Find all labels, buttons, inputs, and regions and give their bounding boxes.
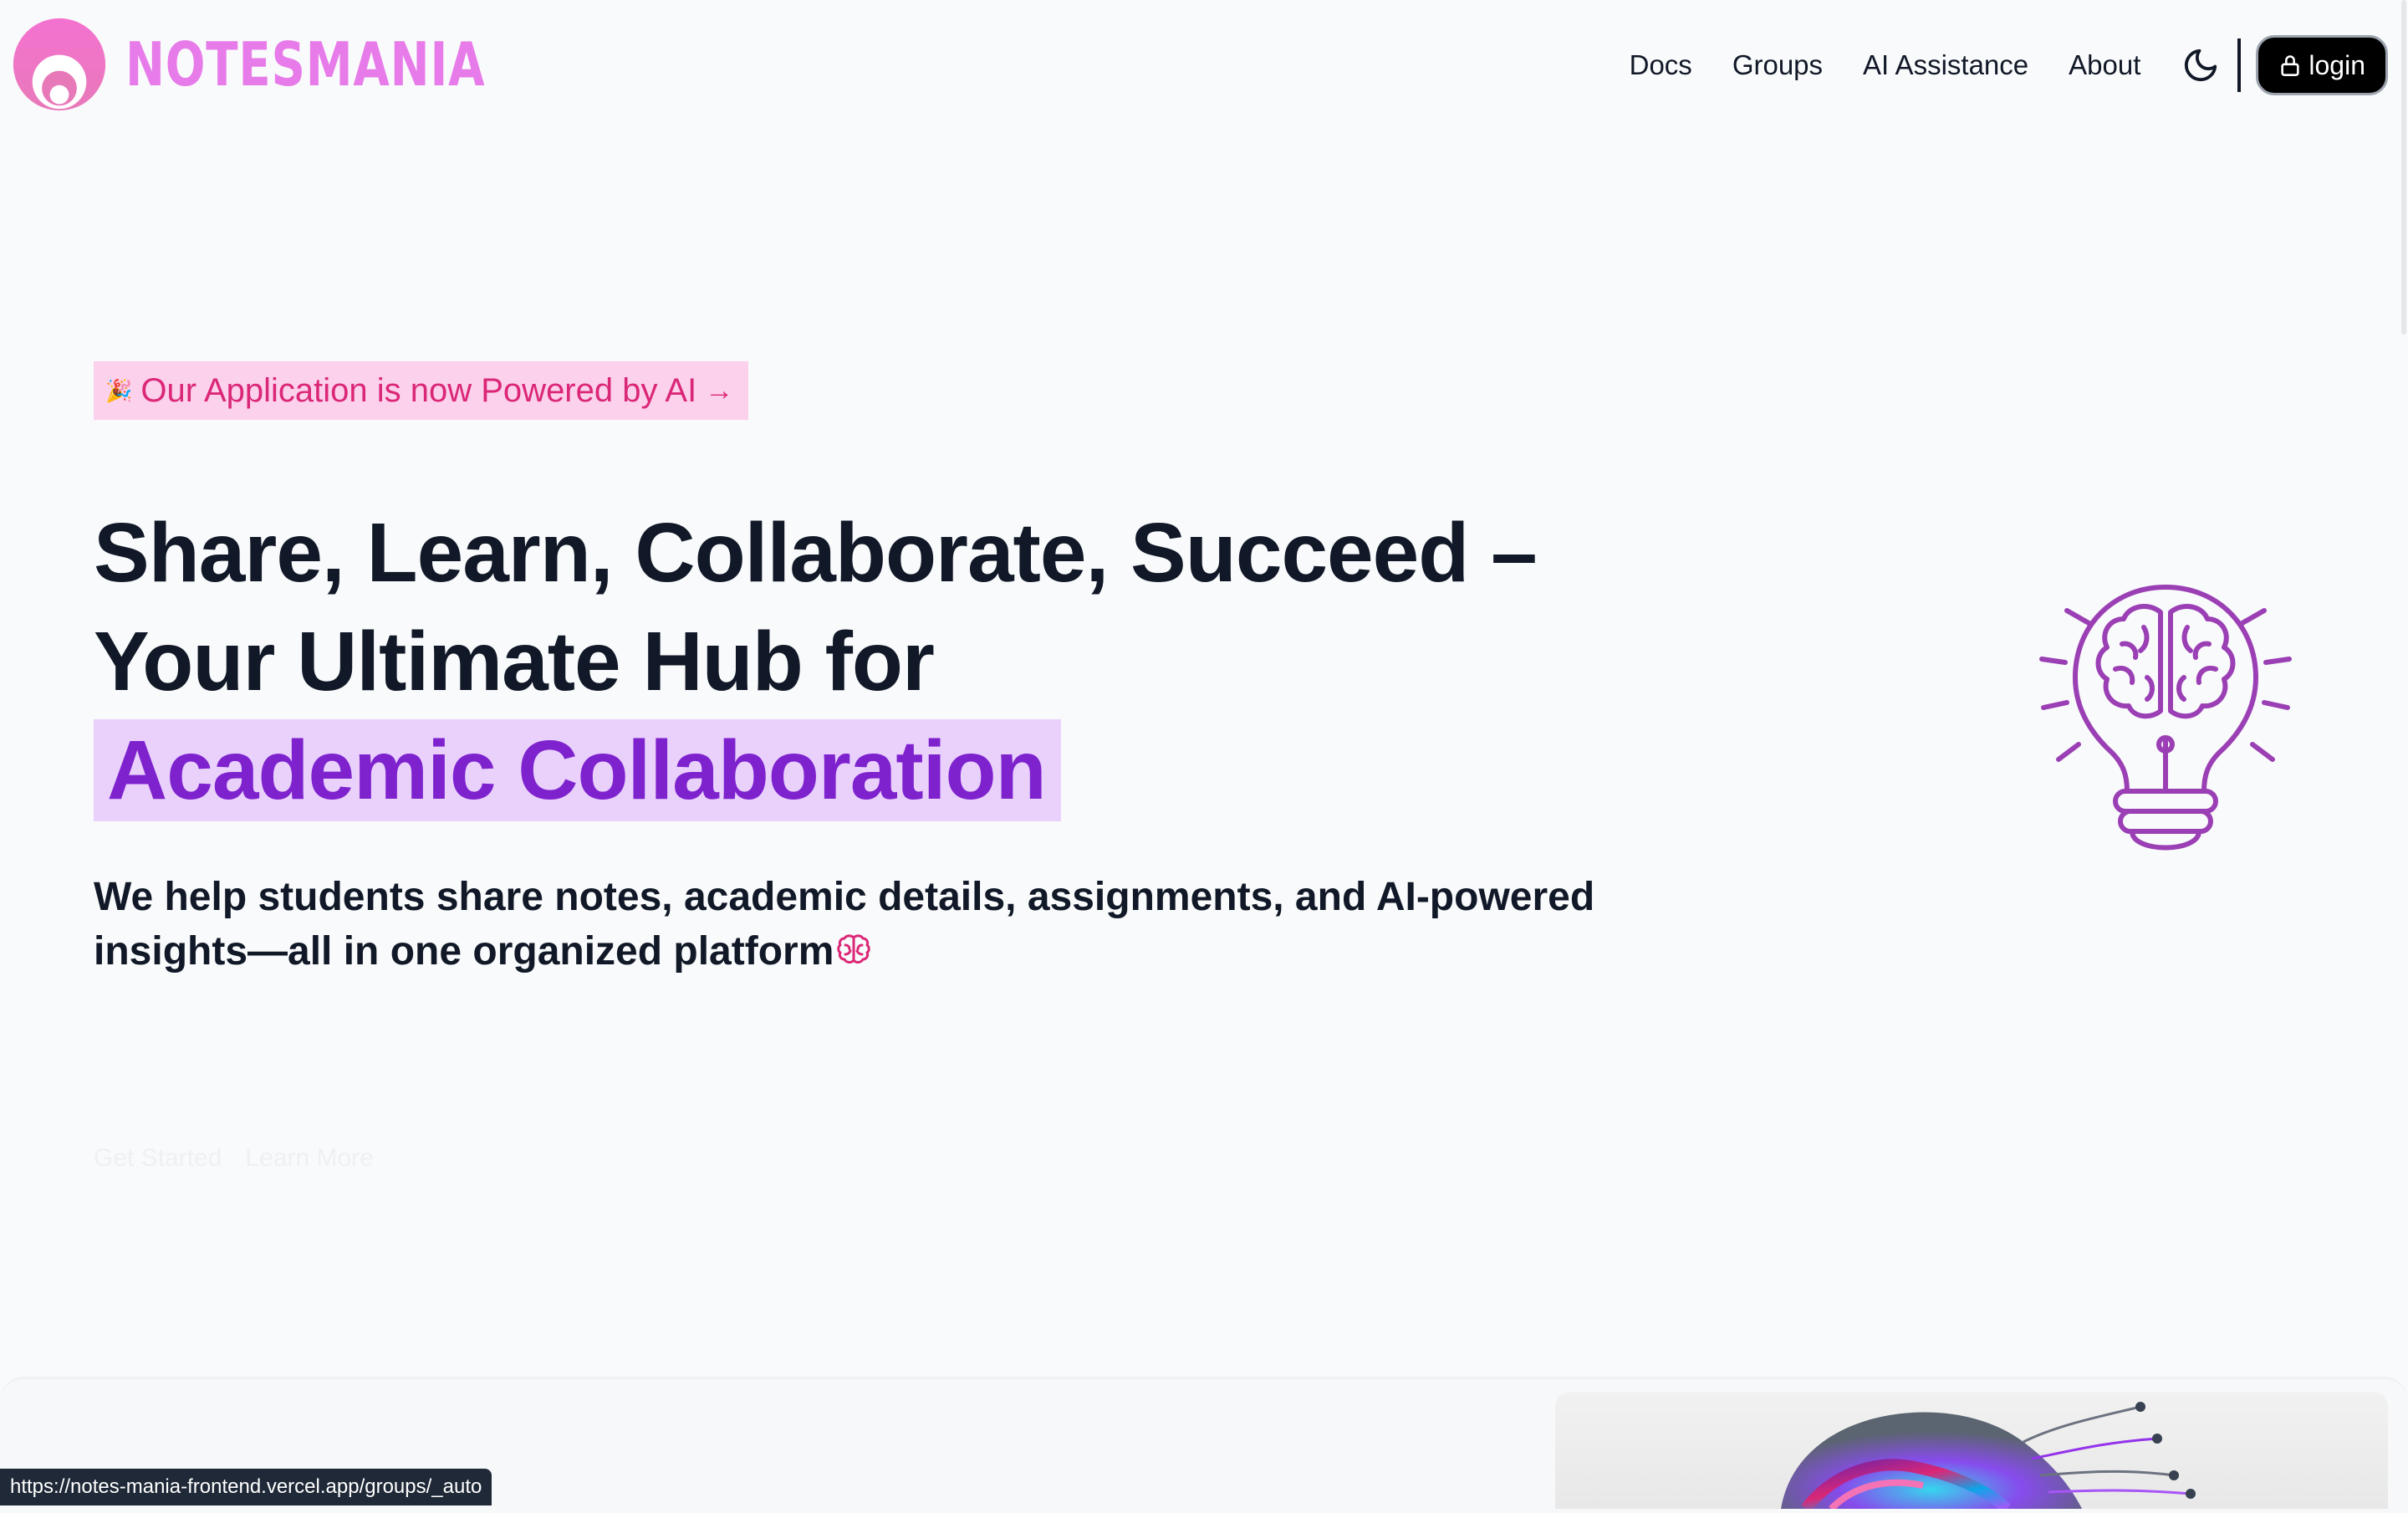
announcement-text: Our Application is now Powered by AI (140, 371, 697, 409)
lightbulb-brain-icon (2039, 585, 2292, 851)
page-scrollbar[interactable] (2401, 0, 2406, 335)
notesmania-logo-icon (13, 18, 106, 111)
hero-title-line-1: Share, Learn, Collaborate, Succeed – (94, 506, 1538, 600)
brain-icon (837, 934, 871, 964)
announcement-badge[interactable]: 🎉 Our Application is now Powered by AI → (94, 361, 749, 420)
nav-links: Docs Groups AI Assistance About login (1630, 30, 2388, 100)
top-navbar: NOTESMANIA Docs Groups AI Assistance Abo… (0, 0, 2408, 134)
hero-title-line-2: Your Ultimate Hub for (94, 615, 935, 708)
nav-link-about[interactable]: About (2069, 49, 2140, 81)
nav-link-ai-assistance[interactable]: AI Assistance (1863, 49, 2028, 81)
nav-divider (2237, 38, 2242, 92)
hero-title: Share, Learn, Collaborate, Succeed – You… (94, 498, 1682, 825)
login-button[interactable]: login (2256, 35, 2388, 95)
login-label: login (2309, 49, 2365, 80)
party-popper-icon: 🎉 (105, 377, 133, 403)
brand-name: NOTESMANIA (125, 29, 486, 100)
ai-brain-feature-image (1555, 1392, 2388, 1509)
nav-link-groups[interactable]: Groups (1732, 49, 1823, 81)
arrow-right-icon: → (705, 374, 734, 406)
hero-title-highlight: Academic Collaboration (94, 719, 1061, 821)
lock-icon (2281, 55, 2300, 76)
hero-subtitle: We help students share notes, academic d… (94, 870, 1724, 979)
get-started-button[interactable]: Get Started (94, 1144, 222, 1173)
ai-brain-artwork (1781, 1402, 2196, 1509)
nav-link-docs[interactable]: Docs (1630, 49, 1692, 81)
theme-toggle-button[interactable] (2181, 45, 2221, 85)
link-status-tooltip: https://notes-mania-frontend.vercel.app/… (0, 1469, 492, 1505)
moon-icon (2185, 49, 2217, 82)
learn-more-button[interactable]: Learn More (245, 1144, 373, 1173)
brand[interactable]: NOTESMANIA (12, 17, 587, 112)
hero-buttons: Get Started Learn More (94, 1144, 374, 1173)
